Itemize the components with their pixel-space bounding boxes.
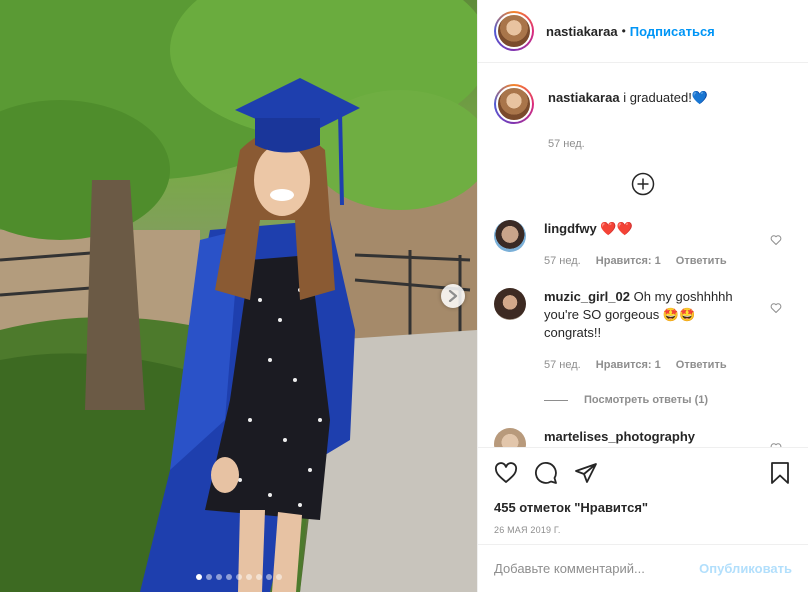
commenter-avatar[interactable] — [494, 428, 526, 447]
author-avatar[interactable] — [494, 11, 534, 51]
carousel-dot — [245, 574, 252, 580]
replies-divider — [544, 399, 568, 401]
author-username[interactable]: nastiakaraa — [546, 24, 618, 39]
comment-item: martelises_photography — [494, 428, 792, 447]
graduation-photo — [0, 0, 477, 592]
comment-input[interactable] — [494, 561, 700, 576]
carousel-dot — [235, 574, 242, 580]
comment-likes[interactable]: Нравится: 1 — [596, 359, 661, 371]
comment-icon[interactable] — [534, 461, 558, 485]
chevron-right-icon — [448, 290, 458, 302]
blue-heart-emoji: 💙 — [691, 90, 709, 105]
post-actions: 455 отметок "Нравится" 26 МАЯ 2019 Г. — [478, 447, 808, 535]
caption-avatar[interactable] — [494, 84, 534, 124]
follow-button[interactable]: Подписаться — [630, 24, 715, 39]
carousel-dot — [215, 574, 222, 580]
caption-text: nastiakaraa i graduated!💙 — [548, 84, 708, 124]
post-header: nastiakaraa • Подписаться — [478, 0, 808, 63]
reply-button[interactable]: Ответить — [676, 255, 727, 267]
add-comment-bar: Опубликовать — [478, 544, 808, 592]
carousel-dot — [195, 574, 202, 580]
reply-button[interactable]: Ответить — [676, 359, 727, 371]
bookmark-icon[interactable] — [768, 461, 792, 485]
avatar-image — [496, 86, 532, 122]
heart-icon[interactable] — [494, 461, 518, 485]
commenter-avatar[interactable] — [494, 288, 526, 320]
comment-like-icon[interactable] — [770, 302, 782, 314]
plus-circle-icon — [631, 172, 655, 196]
post-comment-button[interactable]: Опубликовать — [699, 561, 792, 576]
caption-time[interactable]: 57 нед. — [548, 138, 585, 150]
post-side-panel: nastiakaraa • Подписаться nastiakaraa i … — [477, 0, 808, 592]
caption: nastiakaraa i graduated!💙 57 нед. — [494, 64, 792, 150]
commenter-username[interactable]: martelises_photography — [544, 429, 695, 444]
commenter-avatar[interactable] — [494, 220, 526, 252]
caption-body: i graduated! — [623, 90, 692, 105]
view-replies-label: Посмотреть ответы (1) — [584, 394, 709, 406]
carousel-dot — [205, 574, 212, 580]
commenter-username[interactable]: lingdfwy — [544, 221, 597, 236]
comment-like-icon[interactable] — [770, 234, 782, 246]
comments-list[interactable]: nastiakaraa i graduated!💙 57 нед. lingdf… — [478, 64, 808, 447]
carousel-dot — [275, 574, 282, 580]
separator-dot: • — [621, 24, 626, 38]
carousel-dot — [255, 574, 262, 580]
load-more-comments[interactable] — [494, 172, 792, 202]
view-replies-button[interactable]: Посмотреть ответы (1) — [544, 394, 792, 406]
comment-item: lingdfwy ❤️❤️ 57 нед. Нравится: 1 Ответи… — [494, 220, 792, 270]
carousel-indicator — [0, 574, 477, 580]
commenter-username[interactable]: muzic_girl_02 — [544, 289, 630, 304]
comment-time[interactable]: 57 нед. — [544, 359, 581, 371]
next-photo-button[interactable] — [441, 284, 465, 308]
comment-item: muzic_girl_02 Oh my goshhhhh you're SO g… — [494, 288, 792, 374]
caption-username[interactable]: nastiakaraa — [548, 90, 620, 105]
carousel-dot — [225, 574, 232, 580]
comment-time[interactable]: 57 нед. — [544, 255, 581, 267]
likes-count[interactable]: 455 отметок "Нравится" — [494, 500, 792, 515]
star-struck-emoji: 🤩🤩 — [662, 307, 696, 322]
avatar-image — [496, 13, 532, 49]
post-date[interactable]: 26 МАЯ 2019 Г. — [494, 525, 792, 535]
post-photo[interactable] — [0, 0, 477, 592]
red-hearts-emoji: ❤️❤️ — [600, 221, 633, 236]
comment-text-continued: congrats!! — [544, 325, 602, 340]
paper-plane-icon[interactable] — [574, 461, 598, 485]
comment-likes[interactable]: Нравится: 1 — [596, 255, 661, 267]
carousel-dot — [265, 574, 272, 580]
